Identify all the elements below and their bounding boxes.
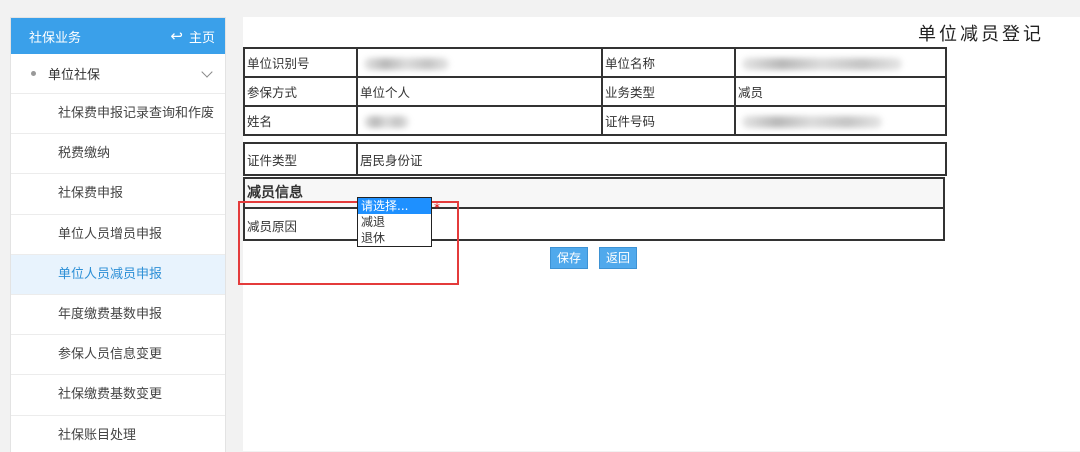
unit-name-label: 单位名称 <box>602 48 735 77</box>
sidebar-header: 社保业务 ↩ 主页 <box>11 18 225 54</box>
insurance-mode-label: 参保方式 <box>244 77 357 106</box>
chevron-down-icon <box>201 66 212 77</box>
table-row: 单位识别号 单位名称 <box>244 48 946 77</box>
unit-id-value <box>357 48 602 77</box>
id-type-table: 证件类型 居民身份证 <box>243 142 947 176</box>
sidebar-item-annual-base[interactable]: 年度缴费基数申报 <box>11 295 225 335</box>
sidebar: 社保业务 ↩ 主页 单位社保 社保费申报记录查询和作废 税费缴纳 社保费申报 单… <box>10 17 226 452</box>
table-row: 参保方式 单位个人 业务类型 减员 <box>244 77 946 106</box>
page-title: 单位减员登记 <box>918 20 1044 46</box>
sidebar-item-record-query[interactable]: 社保费申报记录查询和作废 <box>11 94 225 134</box>
sidebar-item-tax-payment[interactable]: 税费缴纳 <box>11 134 225 174</box>
sidebar-item-insurance-declare[interactable]: 社保费申报 <box>11 174 225 214</box>
redacted-unit-id <box>364 58 449 70</box>
reason-option-retire[interactable]: 退休 <box>358 230 431 246</box>
sidebar-title: 社保业务 <box>29 27 81 46</box>
redacted-name <box>364 116 409 128</box>
unit-id-label: 单位识别号 <box>244 48 357 77</box>
redacted-id-number <box>742 116 882 128</box>
reason-option-placeholder[interactable]: 请选择... <box>358 198 431 214</box>
business-type-value: 减员 <box>735 77 946 106</box>
registration-table: 单位识别号 单位名称 参保方式 单位个人 业务类型 减员 姓名 证件号码 <box>243 47 947 136</box>
sidebar-item-info-change[interactable]: 参保人员信息变更 <box>11 335 225 375</box>
reply-arrow-icon: ↩ <box>170 29 183 44</box>
id-type-label: 证件类型 <box>244 143 357 175</box>
reason-select-dropdown[interactable]: 请选择... 减退 退休 <box>357 197 432 247</box>
home-link[interactable]: ↩ 主页 <box>170 27 215 46</box>
id-number-value <box>735 106 946 135</box>
back-button[interactable]: 返回 <box>599 247 637 269</box>
save-button[interactable]: 保存 <box>550 247 588 269</box>
bullet-icon <box>31 71 36 76</box>
sidebar-group-label: 单位社保 <box>48 64 100 83</box>
insurance-mode-value: 单位个人 <box>357 77 602 106</box>
id-number-label: 证件号码 <box>602 106 735 135</box>
table-row: 姓名 证件号码 <box>244 106 946 135</box>
sidebar-item-staff-add[interactable]: 单位人员增员申报 <box>11 215 225 255</box>
redacted-unit-name <box>742 58 902 70</box>
sidebar-item-base-change[interactable]: 社保缴费基数变更 <box>11 375 225 415</box>
name-label: 姓名 <box>244 106 357 135</box>
business-type-label: 业务类型 <box>602 77 735 106</box>
sidebar-item-staff-reduce[interactable]: 单位人员减员申报 <box>11 255 225 295</box>
sidebar-group-unit-insurance[interactable]: 单位社保 <box>11 54 225 94</box>
name-value <box>357 106 602 135</box>
reason-option-reduce[interactable]: 减退 <box>358 214 431 230</box>
sidebar-item-account[interactable]: 社保账目处理 <box>11 416 225 452</box>
id-type-value: 居民身份证 <box>357 143 946 175</box>
table-row: 证件类型 居民身份证 <box>244 143 946 175</box>
home-label: 主页 <box>189 27 215 46</box>
unit-name-value <box>735 48 946 77</box>
